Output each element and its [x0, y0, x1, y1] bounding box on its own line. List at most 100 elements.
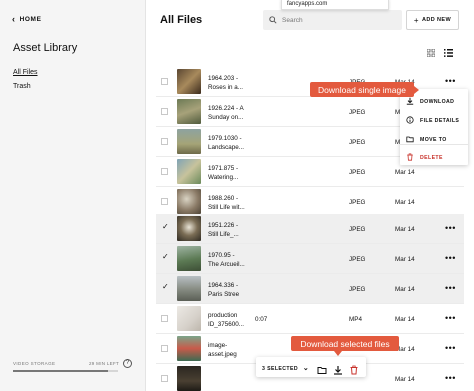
- info-icon: [406, 116, 414, 126]
- row-checkbox[interactable]: [161, 108, 168, 115]
- check-icon[interactable]: ✓: [162, 252, 169, 261]
- sidebar: ‹ HOME Asset Library All Files Trash VID…: [0, 0, 146, 391]
- more-icon[interactable]: •••: [445, 373, 456, 383]
- row-checkbox[interactable]: [161, 138, 168, 145]
- file-name: 1926.224 - A Sunday on...: [208, 105, 244, 121]
- file-type: JPEG: [349, 139, 366, 146]
- more-icon[interactable]: •••: [445, 223, 456, 233]
- add-new-button[interactable]: + ADD NEW: [406, 10, 459, 30]
- chevron-down-icon: ⌄: [302, 365, 310, 372]
- thumbnail: [177, 276, 201, 301]
- file-type: MP4: [349, 316, 362, 323]
- row-checkbox[interactable]: [161, 168, 168, 175]
- list-view-icon[interactable]: [444, 44, 453, 62]
- callout-download-selected: Download selected files: [291, 336, 399, 351]
- file-name: 1964.336 - Paris Stree: [208, 282, 240, 298]
- more-icon[interactable]: •••: [445, 343, 456, 353]
- context-menu: DOWNLOAD FILE DETAILS MOVE TO DELETE: [400, 89, 468, 165]
- file-type: JPEG: [349, 286, 366, 293]
- callout-download-single: Download single image: [310, 82, 414, 97]
- row-checkbox[interactable]: [161, 345, 168, 352]
- menu-item-label: DELETE: [420, 155, 443, 161]
- table-row[interactable]: 1988.260 - Still Life wit... JPEG Mar 14: [156, 187, 464, 217]
- thumbnail: [177, 69, 201, 94]
- download-icon[interactable]: [333, 362, 343, 380]
- table-row[interactable]: ✓ 1970.95 - The Arcueil... JPEG Mar 14 ••…: [156, 244, 464, 274]
- menu-divider: [400, 144, 468, 145]
- thumbnail: [177, 216, 201, 241]
- menu-item-file-details[interactable]: FILE DETAILS: [406, 116, 459, 126]
- page-title: All Files: [160, 14, 203, 26]
- download-icon: [406, 97, 414, 107]
- file-type: JPEG: [349, 199, 366, 206]
- chevron-left-icon: ‹: [12, 14, 16, 24]
- more-icon[interactable]: •••: [445, 76, 456, 86]
- thumbnail: [177, 336, 201, 361]
- file-type: JPEG: [349, 256, 366, 263]
- menu-item-label: FILE DETAILS: [420, 118, 460, 124]
- thumbnail: [177, 189, 201, 214]
- storage-remaining: 29 MIN LEFT: [89, 361, 120, 366]
- sidebar-nav: All Files Trash: [13, 69, 38, 97]
- file-date: Mar 14: [395, 286, 415, 293]
- home-link[interactable]: ‹ HOME: [12, 15, 42, 24]
- file-date: Mar 14: [395, 256, 415, 263]
- search-icon: [269, 11, 277, 29]
- storage-label: VIDEO STORAGE: [13, 361, 56, 366]
- trash-icon: [406, 153, 414, 163]
- url-tooltip: fancyapps.com: [281, 0, 389, 10]
- file-name: 1988.260 - Still Life wit...: [208, 195, 245, 211]
- more-icon[interactable]: •••: [445, 313, 456, 323]
- more-icon[interactable]: •••: [445, 253, 456, 263]
- more-icon[interactable]: •••: [445, 283, 456, 293]
- row-checkbox[interactable]: [161, 375, 168, 382]
- row-checkbox[interactable]: [161, 198, 168, 205]
- file-duration: 0:07: [255, 316, 268, 323]
- file-date: Mar 14: [395, 169, 415, 176]
- storage-bar: [13, 370, 118, 372]
- file-name: 1964.203 - Roses in a...: [208, 75, 243, 91]
- table-row[interactable]: ✓ 1964.336 - Paris Stree JPEG Mar 14 •••: [156, 274, 464, 304]
- menu-item-label: DOWNLOAD: [420, 99, 455, 105]
- file-name: image-asset.jpeg: [208, 342, 237, 358]
- library-title: Asset Library: [13, 42, 78, 54]
- row-checkbox[interactable]: [161, 78, 168, 85]
- folder-icon[interactable]: [317, 362, 327, 380]
- thumbnail: [177, 159, 201, 184]
- thumbnail: [177, 366, 201, 391]
- file-type: JPEG: [349, 109, 366, 116]
- selection-count-dropdown[interactable]: 3 SELECTED ⌄: [262, 364, 309, 372]
- selection-count: 3 SELECTED: [262, 366, 298, 372]
- sidebar-item-trash[interactable]: Trash: [13, 83, 38, 90]
- file-name: production ID_375600...: [208, 312, 245, 328]
- file-type: JPEG: [349, 226, 366, 233]
- thumbnail: [177, 246, 201, 271]
- search-box[interactable]: [263, 10, 402, 30]
- file-name: 1979.1030 - Landscape...: [208, 135, 245, 151]
- search-input[interactable]: [282, 16, 382, 24]
- table-row[interactable]: production ID_375600... 0:07 MP4 Mar 14 •…: [156, 304, 464, 334]
- help-icon[interactable]: ?: [123, 359, 132, 368]
- grid-view-icon[interactable]: [426, 44, 436, 62]
- home-label: HOME: [19, 16, 42, 23]
- table-row[interactable]: ✓ 1951.226 - Still Life_... JPEG Mar 14 •…: [156, 214, 464, 244]
- file-name: 1971.875 - Watering...: [208, 165, 239, 181]
- thumbnail: [177, 306, 201, 331]
- file-date: Mar 14: [395, 376, 415, 383]
- menu-item-delete[interactable]: DELETE: [406, 153, 443, 163]
- bulk-action-bar: 3 SELECTED ⌄: [256, 357, 366, 377]
- file-name: 1951.226 - Still Life_...: [208, 222, 239, 238]
- storage-bar-fill: [13, 370, 108, 372]
- file-date: Mar 14: [395, 199, 415, 206]
- callout-pointer: [334, 351, 342, 356]
- trash-icon[interactable]: [349, 362, 359, 380]
- thumbnail: [177, 129, 201, 154]
- file-date: Mar 14: [395, 226, 415, 233]
- row-checkbox[interactable]: [161, 315, 168, 322]
- file-type: JPEG: [349, 169, 366, 176]
- plus-icon: +: [413, 15, 419, 25]
- check-icon[interactable]: ✓: [162, 222, 169, 231]
- check-icon[interactable]: ✓: [162, 282, 169, 291]
- sidebar-item-all-files[interactable]: All Files: [13, 69, 38, 76]
- menu-item-download[interactable]: DOWNLOAD: [406, 97, 454, 107]
